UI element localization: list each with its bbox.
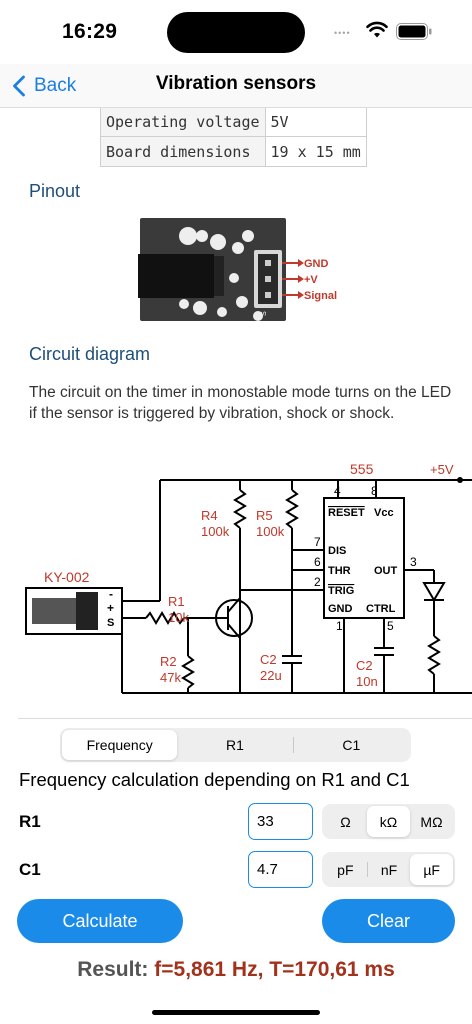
r2-value: 47k — [160, 670, 181, 685]
ic-label: 555 — [350, 461, 374, 477]
r1-label: R1 — [19, 812, 41, 831]
wifi-icon — [366, 21, 388, 38]
sensor-s-pin: S — [107, 617, 114, 629]
result: Result: f=5,861 Hz, T=170,61 ms — [0, 958, 472, 982]
status-time: 16:29 — [62, 20, 118, 43]
ic-ctrl-pin: CTRL — [366, 603, 396, 615]
spec-key: Operating voltage — [100, 108, 266, 137]
c1-unit-uf[interactable]: µF — [410, 854, 454, 885]
spec-table: Operating voltage 5V Board dimensions 19… — [100, 108, 367, 167]
pinout-image: S GND +V Signal — [138, 218, 337, 321]
r1-unit-selector: Ω kΩ MΩ — [322, 804, 455, 839]
separator — [18, 718, 472, 719]
r4-value: 100k — [201, 524, 230, 539]
pinout-heading: Pinout — [29, 181, 81, 201]
navigation-bar: Back Vibration sensors — [0, 64, 472, 108]
r5-label: R5 — [256, 508, 273, 523]
home-indicator — [152, 1010, 320, 1015]
spec-value: 5V — [264, 108, 367, 137]
c1-unit-pf[interactable]: pF — [324, 854, 367, 885]
clear-button[interactable]: Clear — [322, 899, 455, 943]
c2b-value: 10n — [356, 674, 378, 689]
pin5-label: 5 — [387, 619, 394, 633]
tab-c1[interactable]: C1 — [294, 730, 409, 760]
cellular-signal-icon: •••• — [334, 28, 351, 38]
c1-input[interactable] — [248, 851, 313, 888]
r1-input[interactable] — [248, 803, 313, 840]
ic-vcc-pin: Vcc — [374, 507, 394, 519]
calculator-tabs: Frequency R1 C1 — [60, 728, 411, 762]
ic-gnd-pin: GND — [328, 603, 353, 615]
circuit-heading: Circuit diagram — [29, 344, 151, 364]
table-row: Board dimensions 19 x 15 mm — [100, 136, 367, 167]
pinout-gnd-label: GND — [304, 258, 329, 270]
pin7-label: 7 — [314, 535, 321, 549]
sensor-plus-pin: + — [107, 601, 114, 615]
pin6-label: 6 — [314, 555, 321, 569]
ic-dis-pin: DIS — [328, 545, 346, 557]
pin1-label: 1 — [336, 619, 343, 633]
calculator-title: Frequency calculation depending on R1 an… — [19, 769, 410, 790]
battery-icon — [396, 23, 432, 40]
pin4-label: 4 — [334, 484, 341, 498]
r2-label: R2 — [160, 654, 177, 669]
result-label: Result: — [77, 958, 149, 981]
circuit-description: The circuit on the timer in monostable m… — [29, 384, 452, 422]
ic-out-pin: OUT — [374, 565, 398, 577]
scroll-content[interactable]: Operating voltage 5V Board dimensions 19… — [0, 108, 472, 720]
r1-unit-ohm[interactable]: Ω — [324, 806, 367, 837]
tab-frequency[interactable]: Frequency — [62, 730, 178, 760]
tab-r1[interactable]: R1 — [177, 730, 292, 760]
status-bar: 16:29 •••• — [0, 0, 472, 64]
c1-label: C1 — [19, 860, 41, 879]
spec-key: Board dimensions — [100, 136, 266, 167]
c1-unit-nf[interactable]: nF — [368, 854, 411, 885]
c2-value: 22u — [260, 668, 282, 683]
circuit-diagram: 555 +5V KY-002 R4 100k R5 100k R1 10k R2… — [25, 461, 472, 694]
sensor-minus-pin: - — [109, 587, 113, 601]
calculate-button[interactable]: Calculate — [17, 899, 183, 943]
c2-label: C2 — [260, 652, 277, 667]
pinout-s-label: S — [261, 311, 268, 316]
dynamic-island — [167, 12, 305, 53]
pin2-label: 2 — [314, 575, 321, 589]
spec-value: 19 x 15 mm — [264, 136, 367, 167]
ic-trig-pin: TRIG — [328, 585, 354, 597]
result-value: f=5,861 Hz, T=170,61 ms — [154, 958, 395, 981]
r5-value: 100k — [256, 524, 285, 539]
pinout-vcc-label: +V — [304, 274, 318, 286]
table-row: Operating voltage 5V — [100, 108, 367, 137]
r4-label: R4 — [201, 508, 218, 523]
r1-unit-mohm[interactable]: MΩ — [410, 806, 453, 837]
r1-value: 10k — [168, 610, 189, 625]
page-title: Vibration sensors — [155, 73, 317, 94]
sensor-label: KY-002 — [44, 569, 90, 585]
pin8-label: 8 — [371, 484, 378, 498]
pinout-signal-label: Signal — [304, 290, 337, 302]
ic-reset-pin: RESET — [328, 507, 365, 519]
pin3-label: 3 — [410, 555, 417, 569]
supply-label: +5V — [430, 462, 454, 477]
c1-unit-selector: pF nF µF — [322, 852, 455, 887]
c2b-label: C2 — [356, 658, 373, 673]
r1-unit-kohm[interactable]: kΩ — [367, 806, 410, 837]
r1-label: R1 — [168, 594, 185, 609]
ic-thr-pin: THR — [328, 565, 351, 577]
